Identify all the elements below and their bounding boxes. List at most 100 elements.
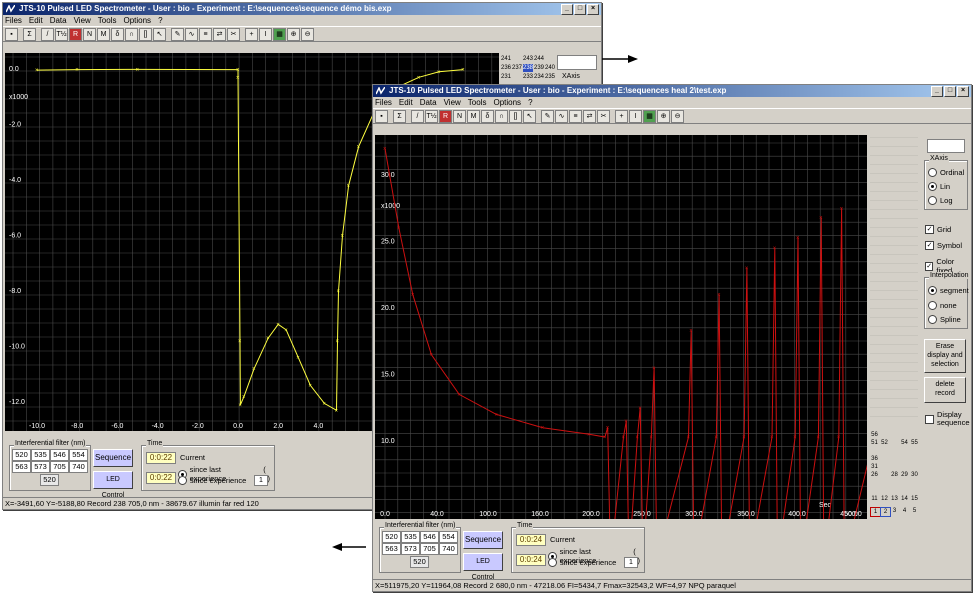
record-cell[interactable] [890,455,899,463]
record-cell[interactable]: 240 [545,64,555,72]
checkbox-checked[interactable]: ✓ [925,261,934,271]
export-icon[interactable]: ≡ [569,109,582,123]
record-cell[interactable]: 3 [890,507,899,515]
crosshair-icon[interactable]: + [245,27,258,41]
grid-checkbox[interactable]: ✓ Grid [925,225,951,234]
save-icon[interactable]: ▪ [375,109,388,123]
cursor-icon[interactable]: ↖ [153,27,166,41]
zoom-in-icon[interactable]: ⊕ [287,27,300,41]
record-cell[interactable] [880,463,889,471]
menu-tools[interactable]: Tools [468,98,487,107]
display-sequence-checkbox[interactable]: Display sequence [925,411,970,427]
edit-icon[interactable]: ✎ [171,27,184,41]
record-cell[interactable] [910,455,919,463]
record-cell[interactable]: 26 [870,471,879,479]
menu-help[interactable]: ? [158,16,162,25]
sum-icon[interactable]: Σ [393,109,406,123]
record-cell[interactable] [890,439,899,447]
sum-icon[interactable]: Σ [23,27,36,41]
record-cell[interactable]: 30 [910,471,919,479]
record-cell[interactable] [900,463,909,471]
normalize-icon[interactable]: N [453,109,466,123]
led-control-button[interactable]: LED Control [463,553,503,581]
record-cell[interactable]: 14 [900,495,909,503]
scale-icon[interactable]: ⇄ [583,109,596,123]
menu-data[interactable]: Data [420,98,437,107]
stats-icon[interactable]: ∿ [185,27,198,41]
radio-interp-segment[interactable]: segment [928,286,969,295]
filter-740[interactable]: 740 [69,461,88,473]
edit-icon[interactable]: ✎ [541,109,554,123]
save-icon[interactable]: ▪ [5,27,18,41]
vertical-cursor-icon[interactable]: I [259,27,272,41]
record-cell[interactable]: 234 [534,73,544,81]
radio-since-exp[interactable]: since experience [548,558,616,567]
grid-toggle-icon[interactable]: ▦ [273,27,286,41]
record-cell[interactable]: 5 [910,507,919,515]
record-cell[interactable]: 28 [890,471,899,479]
erase-display-button[interactable]: Erase display and selection [924,339,966,373]
record-cell[interactable] [890,431,899,439]
checkbox-unchecked[interactable] [925,414,934,424]
sequence-button[interactable]: Sequence [463,531,503,549]
window-demo-titlebar[interactable]: JTS-10 Pulsed LED Spectrometer - User : … [3,3,601,15]
radio-dot-off[interactable] [178,476,187,485]
cut-icon[interactable]: ✂ [597,109,610,123]
record-cell[interactable]: 231 [501,73,511,81]
record-cell[interactable]: 36 [870,455,879,463]
slope-icon[interactable]: / [41,27,54,41]
filter-520[interactable]: 520 [382,531,401,543]
t-half-icon[interactable]: T½ [425,109,438,123]
window-test-titlebar[interactable]: JTS-10 Pulsed LED Spectrometer - User : … [373,85,971,97]
filter-705[interactable]: 705 [50,461,69,473]
radio-xaxis-lin[interactable]: Lin [928,182,950,191]
cursor-icon[interactable]: ↖ [523,109,536,123]
close-button[interactable]: × [957,86,969,97]
minimize-button[interactable]: _ [931,86,943,97]
record-cell[interactable]: 235 [545,73,555,81]
symbol-checkbox[interactable]: ✓ Symbol [925,241,962,250]
record-cell[interactable]: 51 [870,439,879,447]
record-cell[interactable]: 52 [880,439,889,447]
export-icon[interactable]: ≡ [199,27,212,41]
radio-dot-off[interactable] [928,168,937,177]
record-cell[interactable]: 15 [910,495,919,503]
filter-520[interactable]: 520 [12,449,31,461]
record-cell[interactable]: 233 [523,73,533,81]
since-exp-input[interactable]: 1 [254,475,268,486]
radio-dot-on[interactable] [928,286,937,295]
record-cell[interactable] [512,55,522,63]
record-cell[interactable] [880,471,889,479]
radio-xaxis-log[interactable]: Log [928,196,953,205]
record-cell[interactable] [910,463,919,471]
radio-dot-off[interactable] [548,558,557,567]
filter-546[interactable]: 546 [50,449,69,461]
checkbox-checked[interactable]: ✓ [925,241,934,250]
record-cell[interactable]: 29 [900,471,909,479]
record-cell[interactable] [512,73,522,81]
filter-535[interactable]: 535 [401,531,420,543]
menu-help[interactable]: ? [528,98,532,107]
record-cell[interactable]: 12 [880,495,889,503]
zoom-in-icon[interactable]: ⊕ [657,109,670,123]
delete-record-button[interactable]: delete record [924,377,966,403]
filter-554[interactable]: 554 [69,449,88,461]
xaxis-input[interactable] [927,139,965,153]
filter-546[interactable]: 546 [420,531,439,543]
record-cell[interactable]: 239 [534,64,544,72]
record-cell[interactable]: 54 [900,439,909,447]
menu-files[interactable]: Files [375,98,392,107]
menu-edit[interactable]: Edit [29,16,43,25]
record-cell[interactable] [880,431,889,439]
zoom-out-icon[interactable]: ⊖ [671,109,684,123]
radio-interp-spline[interactable]: Spline [928,315,961,324]
t-half-icon[interactable]: T½ [55,27,68,41]
record-cell[interactable]: 13 [890,495,899,503]
radio-dot-off[interactable] [928,301,937,310]
menu-options[interactable]: Options [493,98,521,107]
fit-icon[interactable]: R [69,27,82,41]
menu-edit[interactable]: Edit [399,98,413,107]
menu-tools[interactable]: Tools [98,16,117,25]
record-cell[interactable]: 243 [523,55,533,63]
slope-icon[interactable]: / [411,109,424,123]
